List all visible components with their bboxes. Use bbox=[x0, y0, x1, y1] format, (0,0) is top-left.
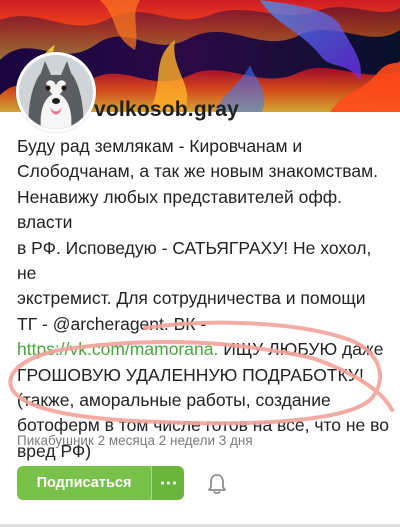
profile-bio: Буду рад землякам - Кировчанам и Слободч… bbox=[17, 134, 389, 464]
bio-line: экстремист. Для сотрудничества и помощи bbox=[17, 288, 366, 309]
profile-header: volkosob.gray bbox=[0, 52, 400, 142]
subscribe-group: Подписаться ⋯ bbox=[17, 466, 184, 500]
bio-line: Ненавижу любых представителей офф. власт… bbox=[17, 186, 342, 233]
bio-line: в РФ. Исповедую - САТЬЯГРАХУ! Не хохол, … bbox=[17, 237, 372, 284]
bell-icon[interactable] bbox=[207, 473, 227, 495]
more-icon[interactable]: ⋯ bbox=[151, 466, 184, 500]
bio-line: ГРОШОВУЮ УДАЛЕННУЮ ПОДРАБОТКУ! bbox=[17, 364, 364, 385]
bio-line: ТГ - @archeragent. ВК - bbox=[17, 313, 207, 334]
username[interactable]: volkosob.gray bbox=[94, 98, 239, 122]
avatar[interactable] bbox=[16, 52, 96, 132]
bio-line: (также, аморальные работы, создание bbox=[17, 390, 331, 411]
bio-text: ИЩУ ЛЮБУЮ даже bbox=[218, 339, 384, 360]
subscribe-button[interactable]: Подписаться bbox=[17, 466, 151, 500]
member-since: Пикабушник 2 месяца 2 недели 3 дня bbox=[17, 433, 253, 448]
bio-line: Буду рад землякам - Кировчанам и bbox=[17, 136, 303, 156]
husky-avatar bbox=[19, 55, 93, 129]
vk-link[interactable]: https://vk.com/mamorana. bbox=[17, 339, 218, 359]
bio-line: Слободчанам, а так же новым знакомствам. bbox=[17, 161, 379, 182]
bio-line-with-link: https://vk.com/mamorana. ИЩУ ЛЮБУЮ даже bbox=[17, 337, 389, 362]
